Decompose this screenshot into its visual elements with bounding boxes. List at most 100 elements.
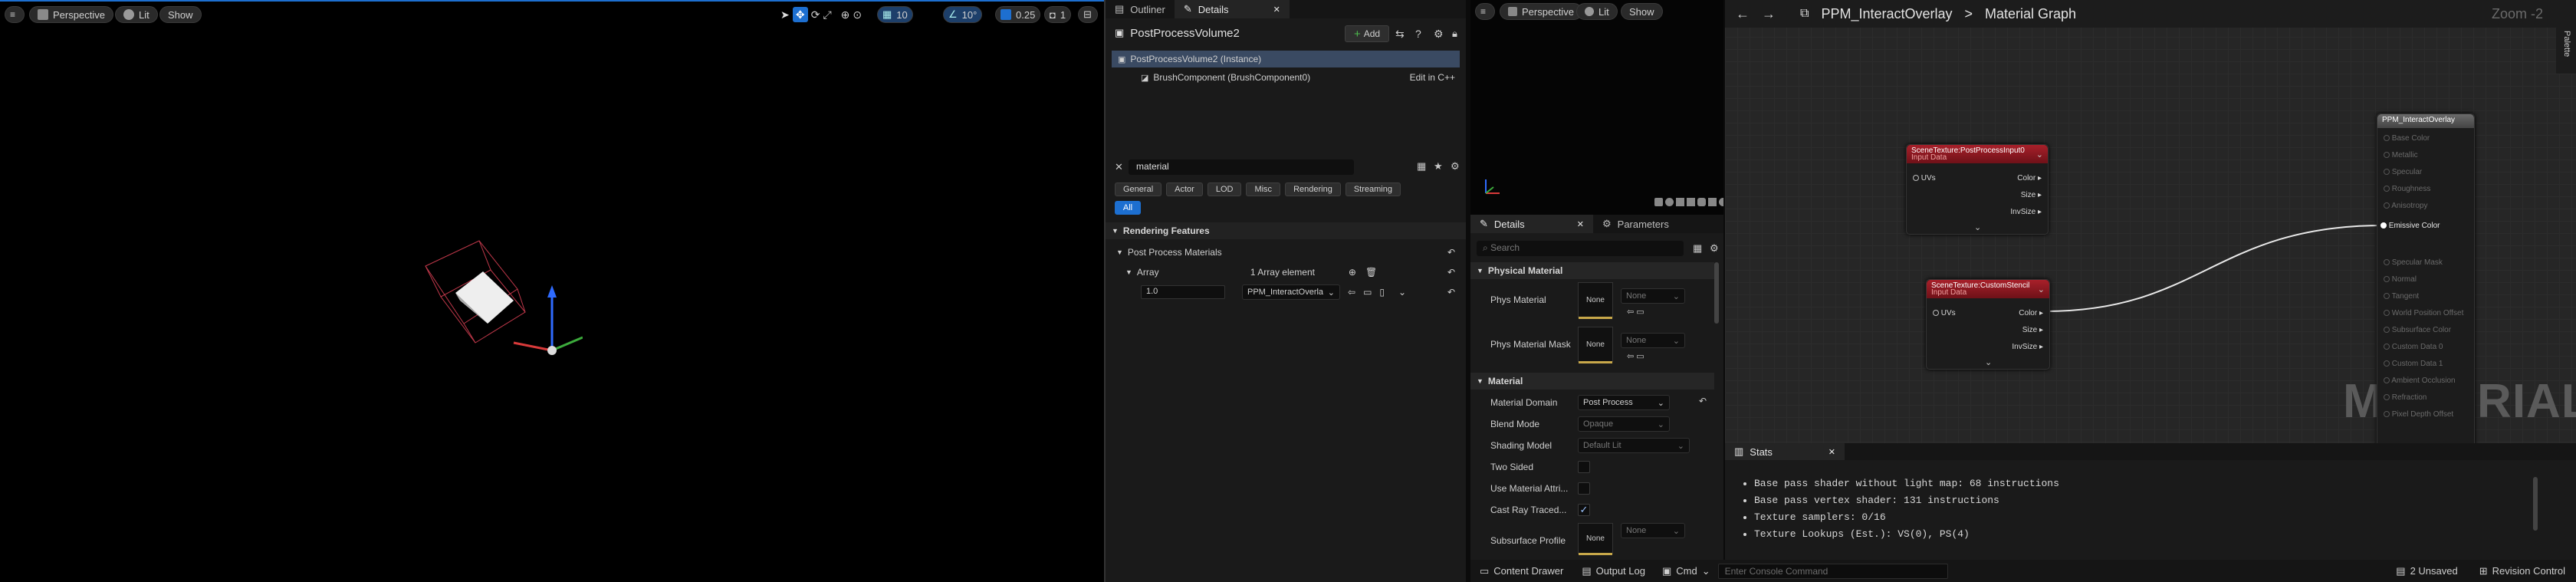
expand-chevron-icon[interactable]: ⌄ (1985, 357, 1992, 367)
console-input[interactable]: Enter Console Command (1717, 563, 1948, 579)
add-element-icon[interactable]: ⊕ (1349, 267, 1356, 278)
surface-snap-icon[interactable]: ⊙ (853, 8, 862, 21)
filter-misc[interactable]: Misc (1246, 182, 1281, 196)
post-process-materials-row[interactable]: ▼ Post Process Materials ↶ (1106, 244, 1466, 261)
result-pin-specular[interactable]: Specular (2384, 168, 2422, 176)
section-physical-material[interactable]: ▼ Physical Material (1470, 262, 1714, 279)
select-mode-icon[interactable]: ➤ (780, 8, 790, 21)
collapse-chevron-icon[interactable]: ⌄ (2038, 284, 2045, 294)
table-view-icon[interactable]: ▦ (1693, 242, 1702, 255)
use-selected-icon[interactable]: ⇦ (1348, 287, 1355, 298)
filter-actor[interactable]: Actor (1166, 182, 1203, 196)
details-scrollbar[interactable] (1714, 262, 1719, 324)
details-settings-icon[interactable]: ⚙ (1710, 242, 1719, 255)
close-icon[interactable]: ✕ (1829, 447, 1835, 457)
rotation-snap-button[interactable]: ∠ 10° (943, 6, 983, 23)
material-search-input[interactable]: ⌕ Search (1477, 241, 1684, 256)
result-pin-custom-data-0[interactable]: Custom Data 0 (2384, 343, 2443, 351)
result-pin-tangent[interactable]: Tangent (2384, 292, 2419, 301)
phys-material-thumbnail[interactable]: None (1578, 282, 1613, 319)
filter-rendering[interactable]: Rendering (1285, 182, 1341, 196)
cmd-dropdown[interactable]: ▣ Cmd ⌄ (1654, 565, 1718, 577)
material-graph-panel[interactable]: ← → ⧉ PPM_InteractOverlay > Material Gra… (1725, 0, 2576, 443)
settings-icon[interactable]: ⚙ (1434, 28, 1444, 41)
translate-icon[interactable]: ✥ (792, 7, 808, 22)
two-sided-checkbox[interactable] (1578, 461, 1590, 473)
array-row[interactable]: ▼ Array 1 Array element ⊕ 🗑︎ ↶ (1106, 264, 1466, 281)
reset-icon[interactable]: ↶ (1447, 247, 1455, 258)
pin-invsize[interactable]: InvSize ▸ (2012, 343, 2043, 351)
expand-chevron-icon[interactable]: ⌄ (1974, 222, 1981, 232)
stats-scrollbar[interactable] (2533, 477, 2538, 531)
post-process-volume-gizmo[interactable] (399, 224, 583, 377)
preview-menu-button[interactable]: ≡ (1475, 3, 1495, 20)
unsaved-indicator[interactable]: ▤ 2 Unsaved (2385, 565, 2468, 577)
result-pin-specular-mask[interactable]: Specular Mask (2384, 258, 2443, 267)
rotate-icon[interactable]: ⟳ (811, 8, 820, 21)
plane-icon[interactable] (1676, 198, 1684, 206)
array-element-row[interactable]: 1.0 PPM_InteractOverla ⌄ ⇦ ▭ ▯ ⌄ ↶ (1106, 284, 1466, 301)
result-pin-base-color[interactable]: Base Color (2384, 134, 2430, 143)
lit-button[interactable]: Lit (115, 6, 158, 23)
scale-snap-button[interactable]: 0.25 (995, 6, 1041, 23)
tab-stats[interactable]: ▥ Stats ✕ (1725, 443, 1845, 460)
filter-lod[interactable]: LOD (1207, 182, 1242, 196)
content-drawer-button[interactable]: ▭ Content Drawer (1470, 565, 1572, 577)
preview-lit-button[interactable]: Lit (1576, 3, 1618, 20)
close-icon[interactable]: ✕ (1577, 219, 1584, 229)
close-icon[interactable]: ✕ (1273, 5, 1280, 15)
subsurface-profile-combo[interactable]: None ⌄ (1621, 523, 1685, 538)
favorites-star-icon[interactable]: ★ (1434, 160, 1443, 173)
pin-color[interactable]: Color ▸ (2019, 309, 2043, 317)
use-selected-icon[interactable]: ⇦ ▭ (1627, 307, 1644, 317)
table-view-icon[interactable]: ▦ (1417, 160, 1426, 173)
result-pin-subsurface-color[interactable]: Subsurface Color (2384, 326, 2451, 334)
blueprint-icon[interactable]: ⇆ (1395, 28, 1405, 41)
clear-icon[interactable]: ▯ (1379, 287, 1385, 298)
grid-toggle-icon[interactable] (1708, 198, 1717, 206)
level-viewport[interactable]: ≡ Perspective Lit Show ➤ ✥ ⟳ ⤢ ⊕ ⊙ ▦ 10 ∠… (0, 0, 1104, 582)
clear-search-icon[interactable]: ✕ (1115, 161, 1123, 173)
result-pin-pixel-depth-offset[interactable]: Pixel Depth Offset (2384, 410, 2453, 419)
coordinate-space-icon[interactable]: ⊕ (841, 8, 850, 21)
result-pin-normal[interactable]: Normal (2384, 275, 2417, 284)
section-rendering-features[interactable]: ▼ Rendering Features (1106, 222, 1466, 239)
phys-material-mask-thumbnail[interactable]: None (1578, 327, 1613, 363)
teapot-icon[interactable] (1697, 198, 1706, 206)
pin-size[interactable]: Size ▸ (2022, 326, 2043, 334)
output-log-button[interactable]: ▤ Output Log (1572, 565, 1654, 577)
material-result-node[interactable]: PPM_InteractOverlay Base Color Metallic … (2377, 113, 2475, 443)
camera-speed-button[interactable]: ◘ 1 (1044, 6, 1072, 23)
revision-control-button[interactable]: ⊞ Revision Control (2469, 565, 2576, 577)
subsurface-profile-thumbnail[interactable]: None (1578, 523, 1613, 555)
material-preview-viewport[interactable]: ≡ Perspective Lit Show (1470, 0, 1723, 215)
filter-streaming[interactable]: Streaming (1345, 182, 1401, 196)
collapse-chevron-icon[interactable]: ⌄ (2036, 150, 2043, 159)
tab-details[interactable]: ✎ Details ✕ (1174, 0, 1290, 18)
component-row-instance[interactable]: ▣ PostProcessVolume2 (Instance) (1112, 51, 1460, 67)
reset-icon[interactable]: ↶ (1447, 287, 1455, 298)
result-pin-emissive-color[interactable]: Emissive Color (2380, 222, 2440, 230)
tab-outliner[interactable]: ▤ Outliner (1106, 0, 1175, 18)
pin-size[interactable]: Size ▸ (2021, 191, 2042, 199)
lock-icon[interactable]: 🔒︎ (1452, 28, 1457, 40)
pin-color[interactable]: Color ▸ (2017, 174, 2042, 182)
cube-icon[interactable] (1687, 198, 1695, 206)
chevron-down-icon[interactable]: ⌄ (1398, 287, 1406, 298)
perspective-button[interactable]: Perspective (29, 6, 113, 23)
component-row-brush[interactable]: ◪ BrushComponent (BrushComponent0) Edit i… (1112, 69, 1460, 86)
details-search-input[interactable]: material (1129, 159, 1354, 175)
help-icon[interactable]: ? (1415, 28, 1421, 40)
sphere-icon[interactable] (1665, 198, 1674, 206)
scale-icon[interactable]: ⤢ (823, 8, 831, 21)
pin-invsize[interactable]: InvSize ▸ (2010, 208, 2042, 216)
result-pin-metallic[interactable]: Metallic (2384, 151, 2418, 159)
cast-ray-traced-checkbox[interactable]: ✓ (1578, 504, 1590, 516)
grid-snap-button[interactable]: ▦ 10 (877, 6, 913, 23)
pin-uvs[interactable]: UVs (1933, 309, 1956, 317)
preview-show-button[interactable]: Show (1621, 3, 1663, 20)
details-settings-icon[interactable]: ⚙ (1451, 160, 1460, 173)
phys-material-mask-combo[interactable]: None ⌄ (1621, 333, 1685, 348)
material-domain-select[interactable]: Post Process ⌄ (1578, 395, 1670, 410)
splitter[interactable] (1466, 0, 1470, 582)
